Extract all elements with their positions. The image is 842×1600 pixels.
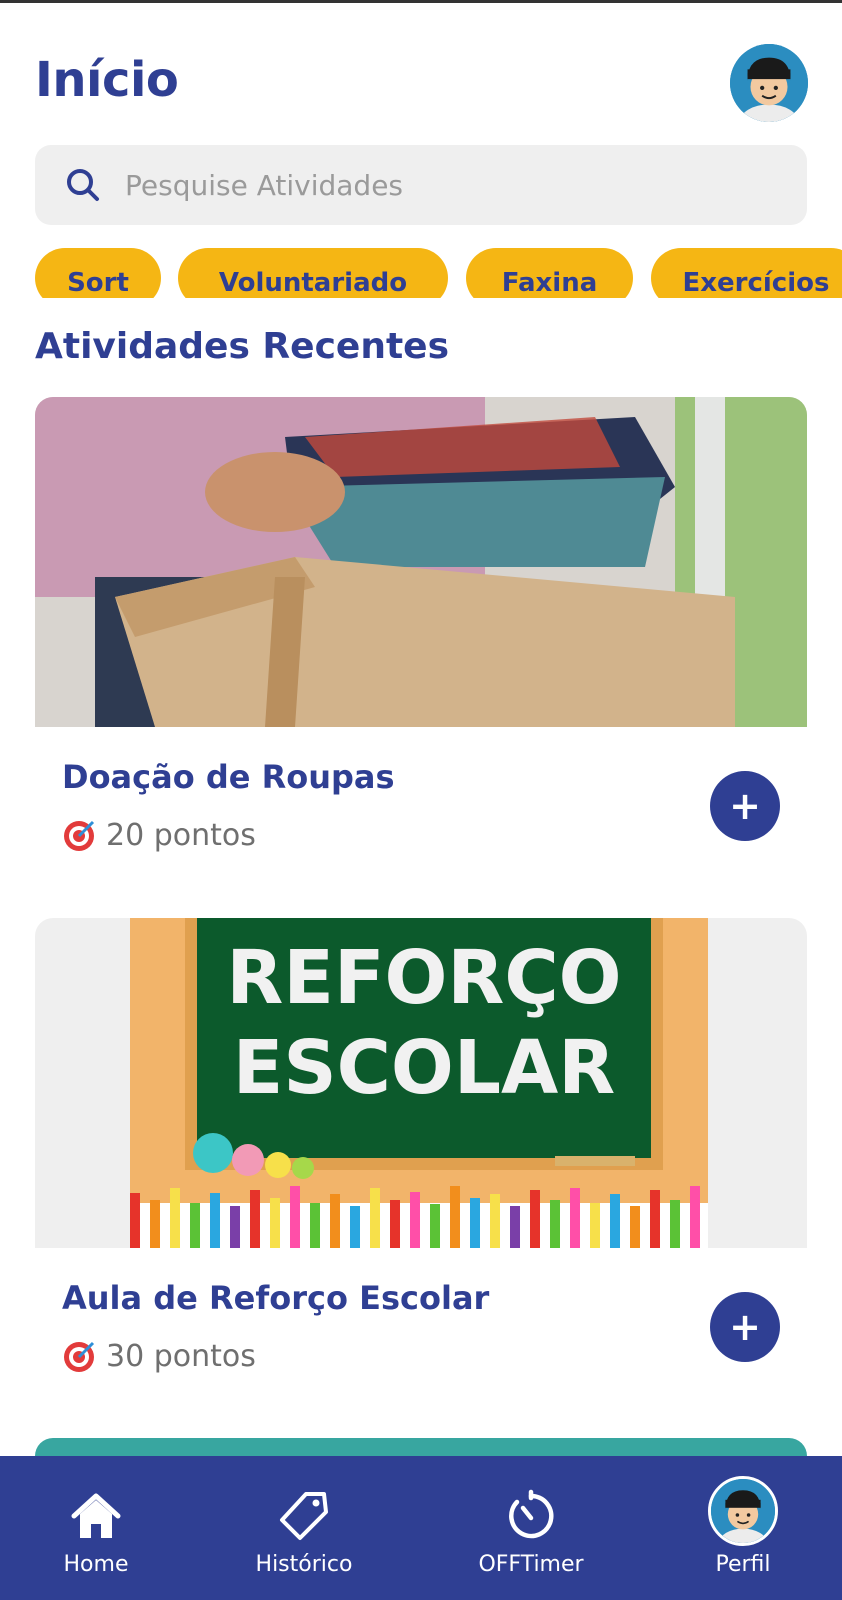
nav-home-label: Home xyxy=(63,1552,129,1577)
nav-home[interactable]: Home xyxy=(56,1456,136,1600)
profile-avatar[interactable] xyxy=(730,44,808,122)
plus-icon: + xyxy=(729,784,761,828)
avatar xyxy=(708,1476,778,1546)
tutoring-image-line1: REFORÇO xyxy=(226,935,621,1021)
nav-perfil[interactable]: Perfil xyxy=(702,1456,784,1600)
tag-icon xyxy=(280,1492,328,1540)
activity-points-label: 20 pontos xyxy=(106,818,256,853)
bottom-nav: Home Histórico OFFTimer Perfil xyxy=(0,1456,842,1600)
timer-icon xyxy=(509,1489,554,1539)
category-chips: Sort Voluntariado Faxina Exercícios xyxy=(35,248,842,298)
activity-points: 30 pontos xyxy=(62,1339,256,1374)
page-title: Início xyxy=(35,52,179,108)
search-icon xyxy=(67,169,99,201)
nav-offtimer[interactable]: OFFTimer xyxy=(471,1456,591,1600)
add-activity-button[interactable]: + xyxy=(710,771,780,841)
activity-title: Doação de Roupas xyxy=(62,758,395,796)
target-icon xyxy=(64,1341,95,1372)
nav-offtimer-label: OFFTimer xyxy=(478,1552,584,1577)
activity-title: Aula de Reforço Escolar xyxy=(62,1279,490,1317)
tutoring-image-line2: ESCOLAR xyxy=(233,1025,615,1111)
activity-image-tutoring[interactable]: REFORÇO ESCOLAR xyxy=(35,918,807,1248)
add-activity-button[interactable]: + xyxy=(710,1292,780,1362)
section-title: Atividades Recentes xyxy=(35,326,449,367)
activity-image-donation[interactable] xyxy=(35,397,807,727)
chip-sort[interactable]: Sort xyxy=(35,248,161,298)
home-icon xyxy=(71,1493,121,1538)
target-icon xyxy=(64,820,95,851)
chip-faxina[interactable]: Faxina xyxy=(466,248,633,298)
status-line xyxy=(0,0,842,3)
nav-historico[interactable]: Histórico xyxy=(244,1456,364,1600)
plus-icon: + xyxy=(729,1305,761,1349)
chip-exercicios[interactable]: Exercícios xyxy=(651,248,842,298)
activity-points-label: 30 pontos xyxy=(106,1339,256,1374)
chip-voluntariado[interactable]: Voluntariado xyxy=(178,248,448,298)
nav-perfil-label: Perfil xyxy=(715,1552,771,1577)
search-input[interactable]: Pesquise Atividades xyxy=(125,169,403,202)
activity-points: 20 pontos xyxy=(62,818,256,853)
nav-historico-label: Histórico xyxy=(255,1552,353,1577)
search-bar[interactable]: Pesquise Atividades xyxy=(35,145,807,225)
